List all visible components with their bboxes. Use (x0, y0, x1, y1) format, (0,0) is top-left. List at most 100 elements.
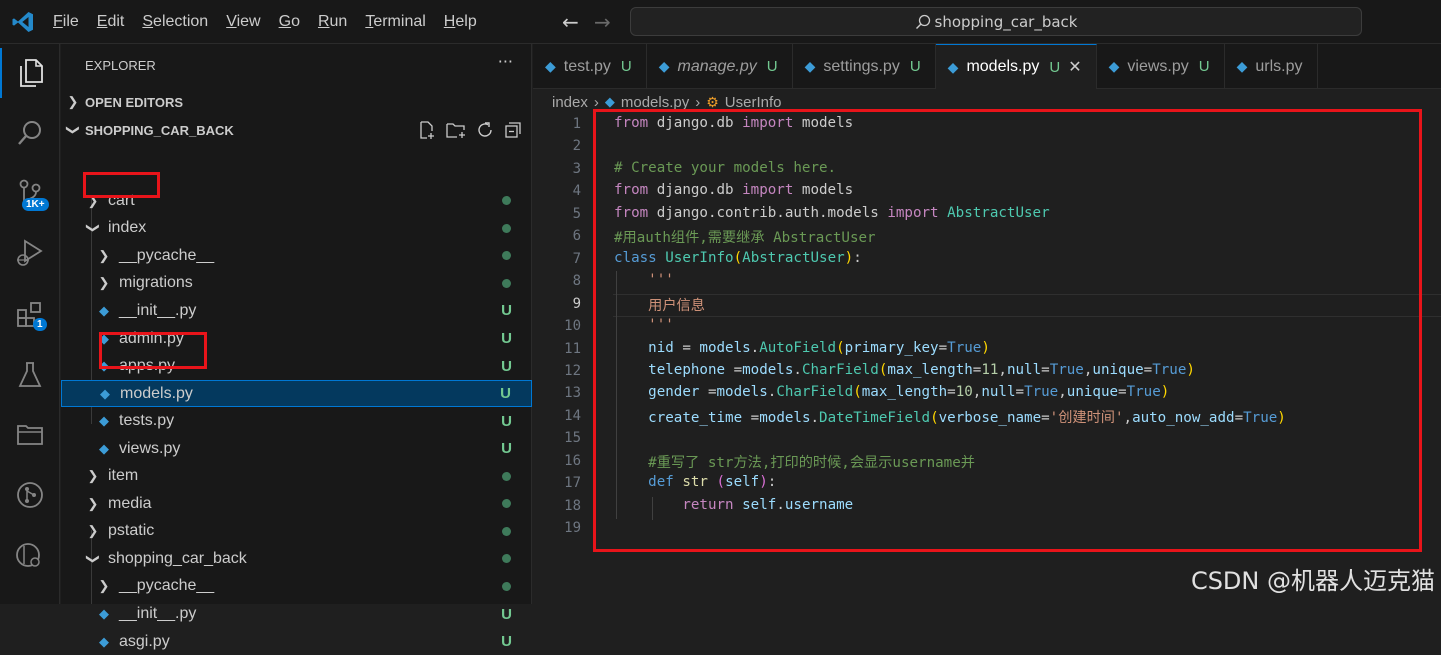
testing-activity-button[interactable] (0, 350, 60, 400)
tree-folder[interactable]: ❯ media (61, 490, 532, 518)
tab-test-py[interactable]: ◆ test.py U (533, 44, 647, 89)
tree-file[interactable]: ◆ apps.py U (61, 352, 532, 380)
tab-manage-py[interactable]: ◆ manage.py U (647, 44, 793, 89)
code-token: CharField (776, 384, 854, 401)
command-center-search[interactable]: shopping_car_back (630, 7, 1362, 36)
line-number: 8 (572, 273, 581, 290)
menu-go[interactable]: Go (279, 13, 300, 31)
tree-folder[interactable]: ❯ pstatic (61, 518, 532, 546)
tree-file[interactable]: ◆ views.py U (61, 435, 532, 463)
code-line: 用户信息 (614, 295, 705, 315)
more-actions-icon[interactable]: ··· (498, 52, 513, 71)
run-debug-activity-button[interactable] (0, 228, 60, 278)
tree-file[interactable]: ◆ asgi.py U (61, 628, 532, 655)
code-token: = (1041, 409, 1050, 426)
tab-urls-py[interactable]: ◆ urls.py (1225, 44, 1318, 89)
tree-file[interactable]: ◆ models.py U (61, 379, 532, 408)
breadcrumb-file[interactable]: models.py (621, 94, 689, 111)
code-token: UserInfo (665, 249, 734, 266)
tab-label: urls.py (1255, 57, 1303, 75)
new-folder-icon[interactable] (446, 121, 466, 139)
code-token: . (793, 361, 802, 378)
new-file-icon[interactable] (418, 121, 436, 139)
code-token: = (1143, 361, 1153, 378)
tree-folder[interactable]: ❯ cart (61, 187, 532, 215)
open-editors-section[interactable]: ❯ OPEN EDITORS (61, 89, 532, 115)
code-token: 用户信息 (648, 297, 705, 314)
code-token: nid (648, 339, 674, 356)
chevron-right-icon: › (695, 93, 701, 111)
source-control-activity-button[interactable]: 1K+ (0, 168, 60, 218)
code-line: #重写了 str方法,打印的时候,会显示username并 (614, 452, 975, 472)
tree-folder[interactable]: ❯ __pycache__ (61, 573, 532, 601)
back-arrow-icon[interactable]: ← (562, 10, 579, 34)
tree-item-label: migrations (119, 274, 193, 292)
tree-folder[interactable]: ❯ migrations (61, 270, 532, 298)
menu-view[interactable]: View (226, 13, 260, 31)
code-token: models (793, 115, 854, 131)
extensions-badge: 1 (33, 318, 47, 331)
timeline-icon (16, 543, 40, 567)
menu-terminal[interactable]: Terminal (365, 13, 425, 31)
menu-file[interactable]: File (53, 13, 79, 31)
tree-folder[interactable]: ❯ index (61, 215, 532, 243)
untracked-status: U (501, 412, 512, 430)
chevron-right-icon: ❯ (87, 468, 99, 484)
code-token: = (938, 339, 948, 356)
tab-models-py[interactable]: ◆ models.py U ✕ (935, 44, 1097, 89)
code-token: ( (930, 409, 939, 426)
tab-views-py[interactable]: ◆ views.py U (1097, 44, 1225, 89)
code-line: return self.username (614, 497, 853, 513)
collapse-all-icon[interactable] (504, 121, 522, 139)
project-section[interactable]: ❯ SHOPPING_CAR_BACK (61, 117, 532, 143)
breadcrumb-folder[interactable]: index (552, 94, 588, 111)
code-token: : (853, 249, 862, 266)
git-graph-activity-button[interactable] (0, 470, 60, 520)
code-token: = (1234, 409, 1244, 426)
breadcrumb-symbol[interactable]: UserInfo (725, 94, 782, 111)
tree-file[interactable]: ◆ __init__.py U (61, 297, 532, 325)
project-label: SHOPPING_CAR_BACK (85, 122, 234, 138)
tab-label: settings.py (823, 57, 900, 75)
run-debug-icon (17, 239, 43, 266)
line-number: 15 (564, 430, 581, 447)
tree-folder[interactable]: ❯ __pycache__ (61, 242, 532, 270)
code-token: ) (981, 339, 990, 356)
menu-selection[interactable]: Selection (142, 13, 208, 31)
extensions-activity-button[interactable]: 1 (0, 290, 60, 340)
changes-dot-icon (502, 581, 511, 591)
code-line: # Create your models here. (614, 160, 836, 176)
menu-edit[interactable]: Edit (97, 13, 125, 31)
tree-folder[interactable]: ❯ shopping_car_back (61, 545, 532, 573)
code-token: # Create your models here. (614, 159, 837, 176)
tab-settings-py[interactable]: ◆ settings.py U (793, 44, 936, 89)
untracked-status: U (1049, 58, 1061, 76)
tree-file[interactable]: ◆ admin.py U (61, 325, 532, 353)
chevron-right-icon: ❯ (87, 495, 99, 511)
remote-explorer-activity-button[interactable] (0, 408, 60, 458)
menu-help[interactable]: Help (444, 13, 477, 31)
tree-file[interactable]: ◆ __init__.py U (61, 600, 532, 628)
tree-folder[interactable]: ❯ item (61, 463, 532, 491)
tab-label: views.py (1127, 57, 1189, 75)
close-icon[interactable]: ✕ (1068, 57, 1081, 77)
menu-run[interactable]: Run (318, 13, 347, 31)
explorer-activity-button[interactable] (0, 48, 60, 98)
python-file-icon: ◆ (99, 606, 109, 621)
docker-activity-button[interactable] (0, 530, 60, 580)
python-file-icon: ◆ (100, 385, 110, 401)
code-editor[interactable]: 1 from django.db import models 2 3 # Create … (533, 113, 1441, 604)
tree-file[interactable]: ◆ tests.py U (61, 407, 532, 435)
python-file-icon: ◆ (545, 58, 556, 74)
forward-arrow-icon[interactable]: → (594, 10, 611, 34)
untracked-status: U (501, 330, 512, 347)
code-token: import (742, 115, 794, 131)
refresh-icon[interactable] (476, 121, 494, 139)
code-token: 11 (981, 361, 999, 378)
tab-label: test.py (563, 57, 611, 75)
search-activity-button[interactable] (0, 108, 60, 158)
